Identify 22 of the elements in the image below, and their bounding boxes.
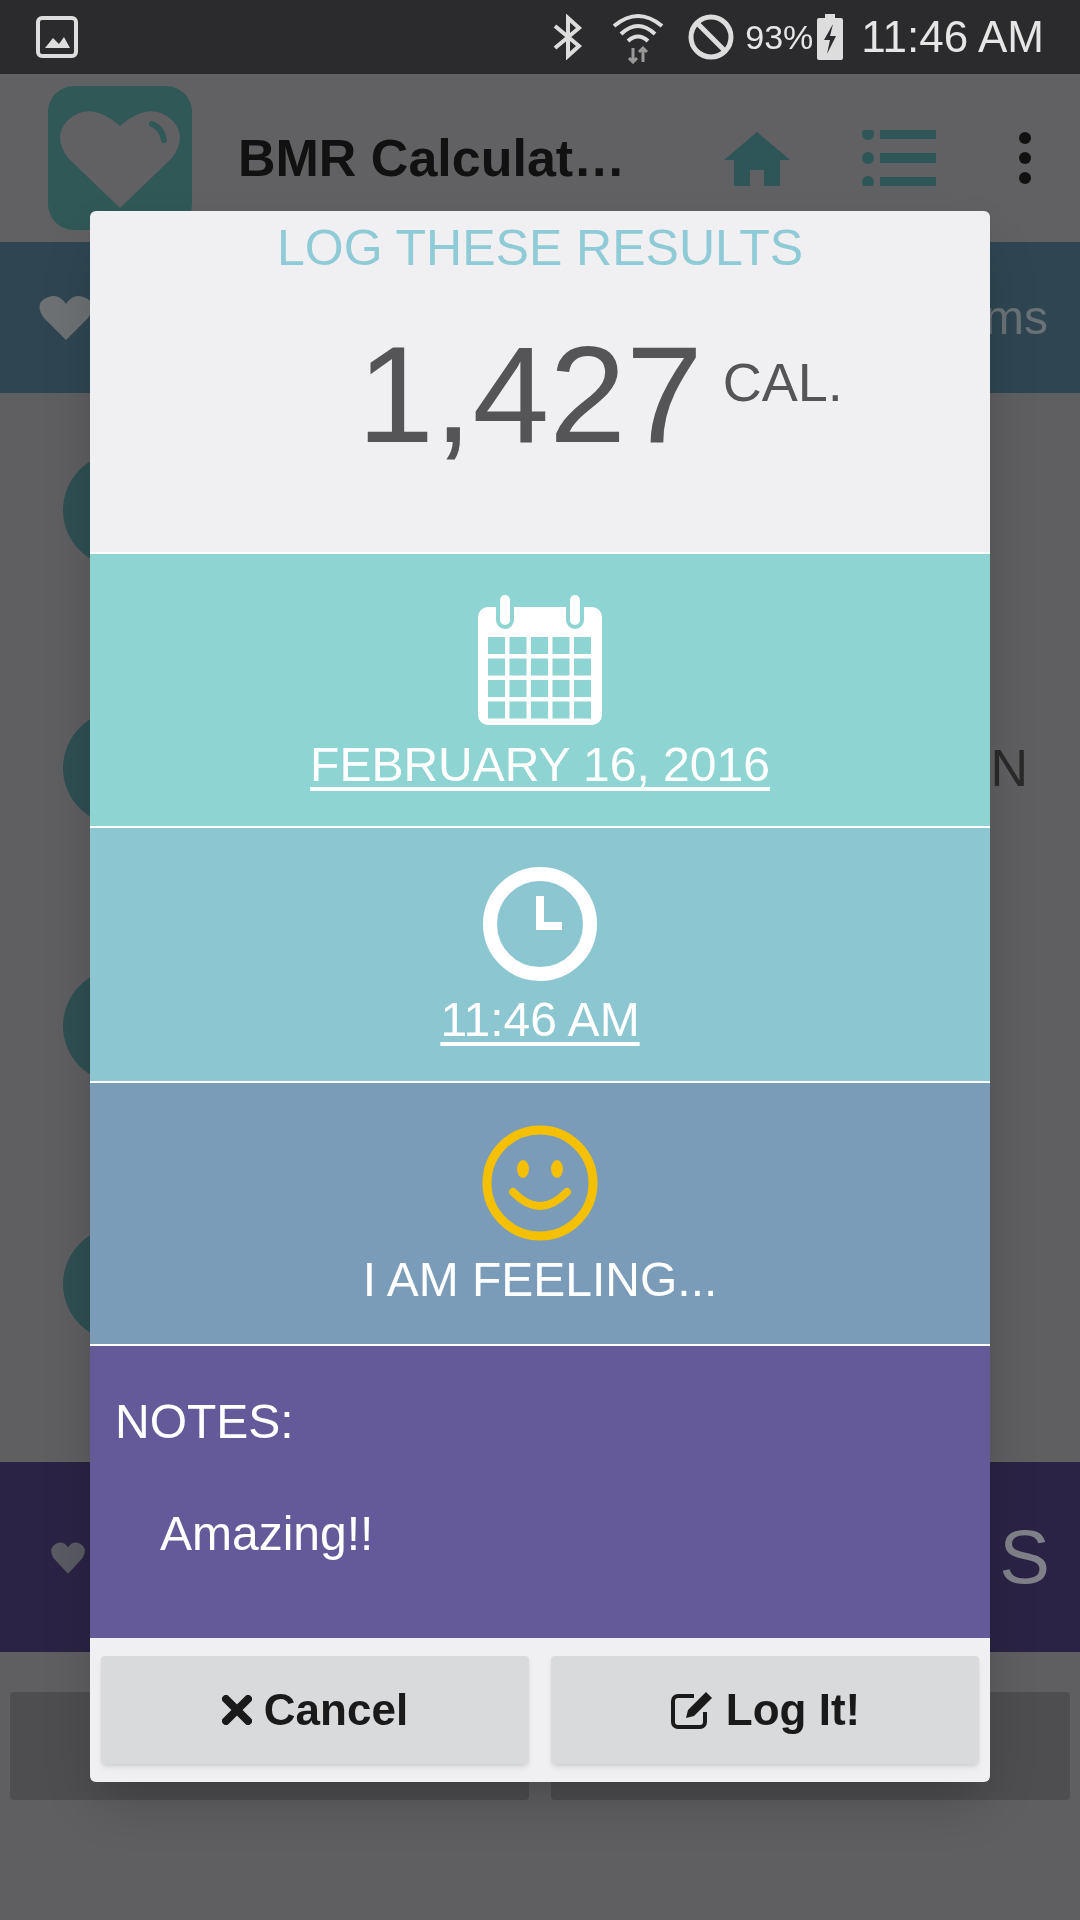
clock-icon	[482, 865, 598, 982]
cancel-button[interactable]: Cancel	[101, 1656, 529, 1764]
status-time: 11:46 AM	[861, 11, 1044, 63]
edit-icon	[669, 1690, 714, 1730]
close-icon	[221, 1695, 252, 1725]
image-icon	[36, 16, 78, 58]
home-icon[interactable]	[722, 130, 792, 186]
more-icon[interactable]	[1018, 132, 1032, 184]
smiley-icon	[481, 1123, 599, 1242]
log-button[interactable]: Log It!	[551, 1656, 979, 1764]
battery-charging-icon	[817, 14, 844, 60]
heart-icon	[50, 1540, 86, 1574]
blocked-icon	[687, 13, 736, 61]
calorie-unit: CAL.	[722, 355, 843, 409]
dialog-title: LOG THESE RESULTS	[276, 223, 804, 273]
list-icon[interactable]	[862, 130, 936, 186]
battery-percent: 93%	[745, 16, 814, 58]
app-title: BMR Calculat…	[238, 128, 626, 189]
notes-field[interactable]: Amazing!!	[160, 1510, 990, 1558]
banner-text: S	[999, 1513, 1050, 1601]
calorie-value: 1,427	[357, 325, 703, 463]
notes-label: NOTES:	[115, 1398, 295, 1446]
